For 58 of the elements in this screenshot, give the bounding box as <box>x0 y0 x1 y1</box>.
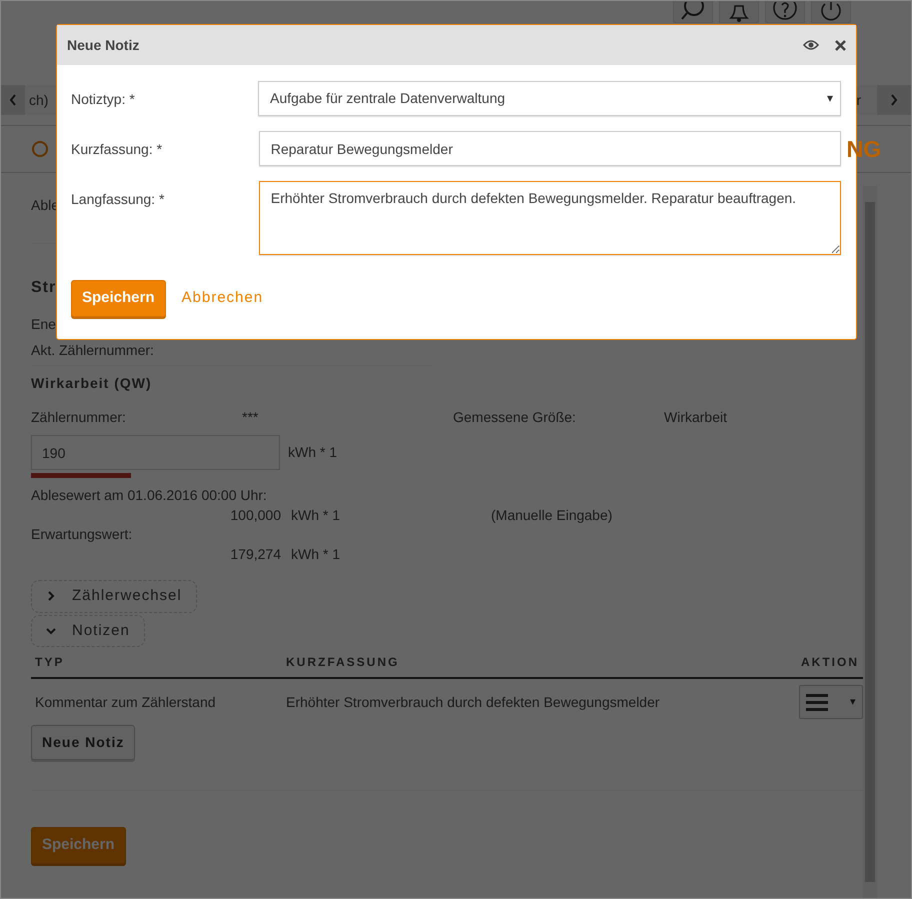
description-field[interactable]: Erhöhter Stromverbrauch durch defekten Bewegungsmelder. Reparatur beauftragen. <box>258 181 841 255</box>
field-label: Langfassung: * <box>71 190 166 209</box>
section-title: Wirkarbeit (QW) <box>31 374 153 393</box>
field-label: Zählernummer: <box>31 408 127 427</box>
field-label: Ablesewert am 01.06.2016 00:00 Uhr: <box>31 486 268 505</box>
close-icon <box>835 40 846 50</box>
table-cell-text: Erhöhter Stromverbrauch durch defekten Bewegungsmelder <box>286 692 661 712</box>
column-header: AKTION <box>801 654 859 671</box>
action-menu-button[interactable]: ▾ <box>799 685 863 719</box>
save-button[interactable]: Speichern <box>71 280 166 316</box>
column-header: KURZFASSUNG <box>286 654 400 671</box>
table-cell-text: Kommentar zum Zählerstand <box>35 692 217 712</box>
search-icon <box>681 2 705 22</box>
chevron-right-icon <box>890 94 898 106</box>
dialog-title: Neue Notiz <box>67 36 140 54</box>
search-button[interactable] <box>673 1 713 23</box>
cancel-link[interactable]: Abbrechen <box>182 287 264 310</box>
power-icon <box>819 2 843 22</box>
power-button[interactable] <box>811 1 851 23</box>
field-label: Gemessene Größe: <box>453 408 577 427</box>
field-value: 179,274 <box>229 544 281 564</box>
menu-icon <box>806 693 828 711</box>
caret-icon: ▾ <box>827 89 833 107</box>
energy-label: Ene <box>31 316 56 332</box>
scroll-right-button[interactable] <box>877 85 911 115</box>
help-button[interactable] <box>765 1 805 23</box>
field-value: *** <box>242 408 260 427</box>
tab-label[interactable]: ch) <box>29 90 48 110</box>
reading-input[interactable]: 190 <box>31 435 280 470</box>
scroll-left-button[interactable] <box>1 85 25 115</box>
unit-label: kWh * 1 <box>288 443 338 462</box>
unit-label: kWh * 1 <box>291 544 340 564</box>
expander-toggle[interactable]: Zählerwechsel <box>31 580 197 612</box>
field-value: Wirkarbeit <box>664 408 728 427</box>
summary-field[interactable]: Reparatur Bewegungsmelder <box>258 131 841 166</box>
preview-button[interactable] <box>803 40 819 50</box>
column-header: TYP <box>35 654 66 671</box>
close-button[interactable] <box>835 40 846 50</box>
field-label: Kurzfassung: * <box>71 140 164 159</box>
field-value: 100,000 <box>229 506 281 524</box>
save-button[interactable]: Speichern <box>31 827 126 864</box>
help-icon <box>773 2 797 22</box>
meter-number-label: Akt. Zählernummer: <box>31 342 154 358</box>
eye-icon <box>803 40 819 50</box>
chevron-down-icon <box>46 626 56 636</box>
unit-label: kWh * 1 <box>291 506 342 524</box>
tab-label[interactable]: r <box>856 90 861 110</box>
expander-toggle[interactable]: Notizen <box>31 614 145 647</box>
new-note-button[interactable]: Neue Notiz <box>31 725 136 760</box>
bell-button[interactable] <box>719 1 759 23</box>
section-title: Str <box>31 279 56 296</box>
chevron-right-icon <box>46 591 56 602</box>
field-label: Notiztyp: * <box>71 90 136 109</box>
field-label: Erwartungswert: <box>31 525 134 544</box>
chevron-left-icon <box>9 94 17 106</box>
circle-icon <box>31 140 49 158</box>
source-label: (Manuelle Eingabe) <box>491 506 612 525</box>
scrollbar[interactable] <box>863 186 877 898</box>
